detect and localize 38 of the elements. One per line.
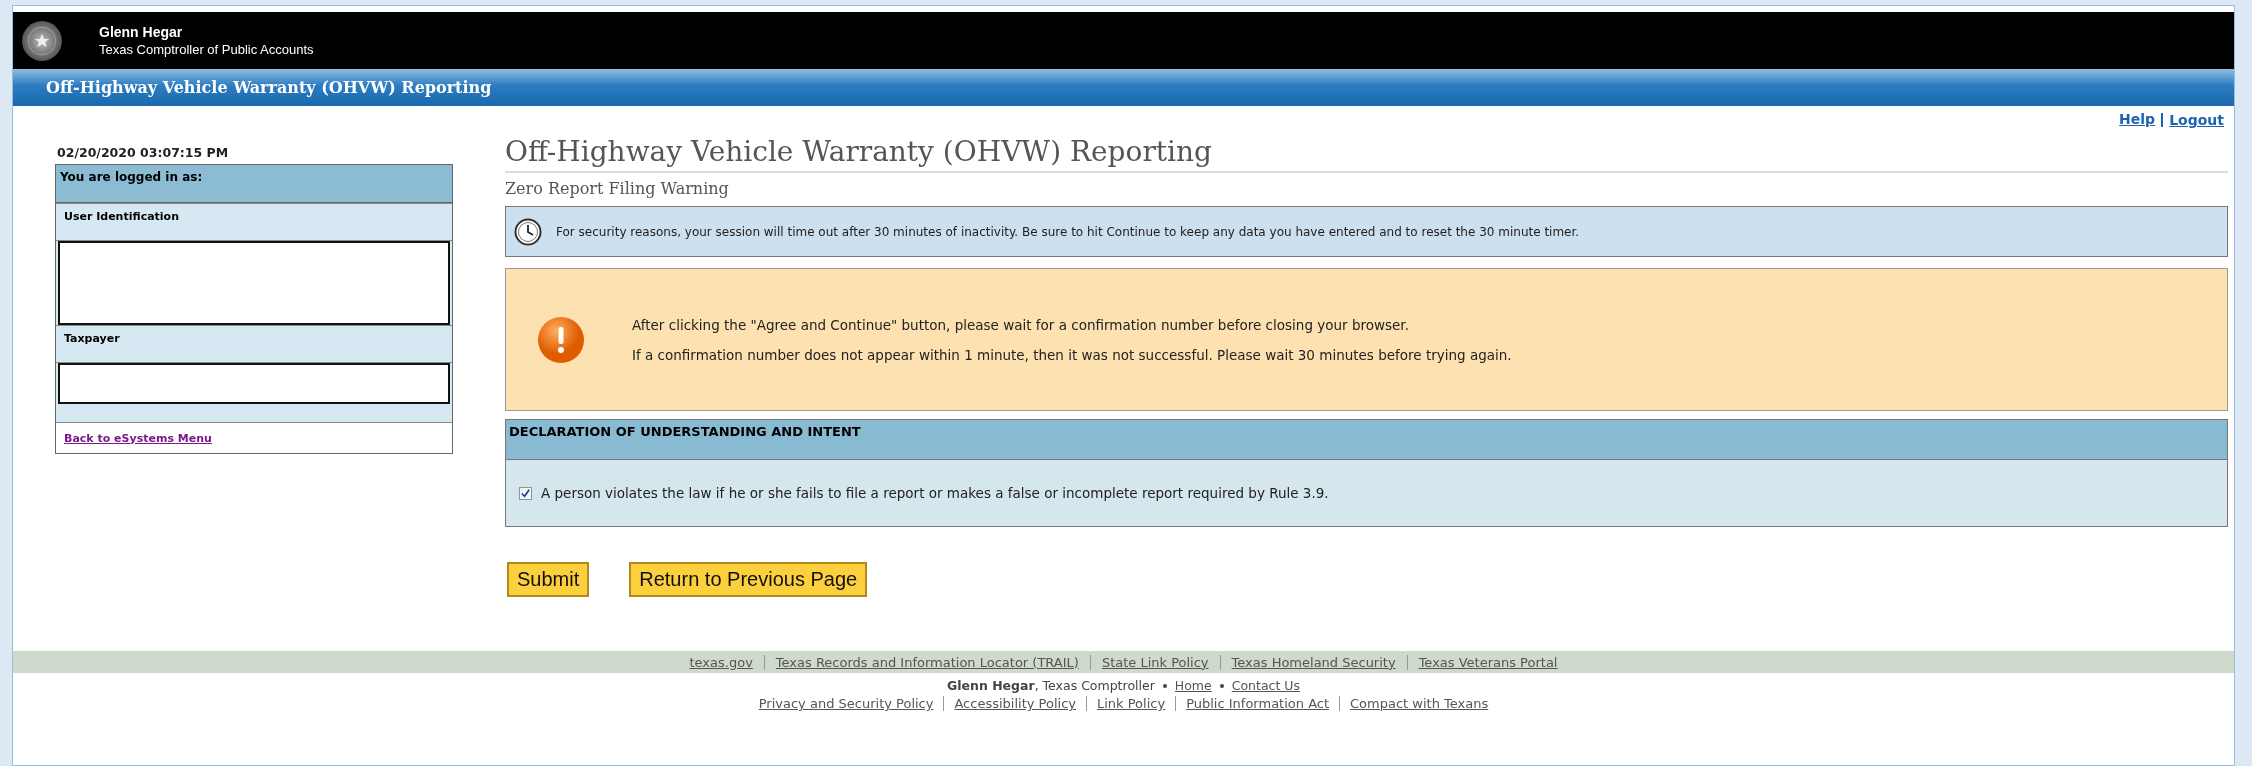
back-link[interactable]: Back to eSystems Menu	[64, 432, 212, 445]
clock-icon	[514, 217, 542, 246]
credit-text: Glenn Hegar, Texas Comptroller	[947, 678, 1155, 693]
footer-link[interactable]: Compact with Texans	[1339, 696, 1499, 711]
section-label: Taxpayer	[56, 325, 452, 363]
footer-link[interactable]: Privacy and Security Policy	[748, 696, 944, 711]
official-name: Glenn Hegar	[99, 22, 184, 41]
footer-link[interactable]: Link Policy	[1086, 696, 1176, 711]
footer-link[interactable]: Public Information Act	[1175, 696, 1340, 711]
nav-link[interactable]: Logout	[2161, 113, 2224, 127]
page-subtitle: Zero Report Filing Warning	[505, 178, 730, 200]
seal-icon	[21, 19, 63, 62]
footer-link[interactable]: Texas Homeland Security	[1219, 654, 1407, 670]
checkbox[interactable]	[519, 486, 532, 500]
agency-name: Texas Comptroller of Public Accounts	[99, 40, 314, 59]
notice-text: For security reasons, your session will time out after 30 minutes of inactivity. Be sure to hit Continue to keep any data you have entered and to reset the 30 minute timer.	[556, 224, 1580, 239]
declaration-heading: DECLARATION OF UNDERSTANDING AND INTENT	[506, 420, 2227, 460]
footer-link[interactable]: Accessibility Policy	[943, 696, 1086, 711]
action-button[interactable]: Return to Previous Page	[629, 562, 868, 597]
page-title: Off-Highway Vehicle Warranty (OHVW) Reporting	[505, 135, 2228, 173]
warning-text: After clicking the "Agree and Continue" button, please wait for a confirmation number before closing your browser.	[632, 316, 1410, 333]
warning-text: If a confirmation number does not appear within 1 minute, then it was not successful. Please wait 30 minutes before trying again.	[632, 346, 1512, 363]
footer-link[interactable]: texas.gov	[678, 654, 764, 670]
alert-icon	[536, 314, 586, 365]
bullet-icon	[1219, 683, 1224, 688]
section-label: User Identification	[56, 203, 452, 241]
app-title: Off-Highway Vehicle Warranty (OHVW) Reporting	[46, 78, 492, 97]
panel-heading: You are logged in as:	[56, 165, 452, 203]
footer-link[interactable]: State Link Policy	[1089, 654, 1220, 670]
nav-link[interactable]: Help	[2119, 111, 2156, 131]
bullet-icon	[1162, 683, 1167, 688]
footer-link[interactable]: Texas Veterans Portal	[1406, 654, 1569, 670]
action-button[interactable]: Submit	[507, 562, 590, 597]
footer-link[interactable]: Texas Records and Information Locator (TRAIL)	[763, 654, 1090, 670]
footer-link[interactable]: Home	[1174, 678, 1212, 693]
footer-link[interactable]: Contact Us	[1231, 678, 1300, 693]
declaration-statement: A person violates the law if he or she fails to file a report or makes a false or incomplete report required by Rule 3.9.	[541, 485, 1329, 501]
timestamp: 02/20/2020 03:07:15 PM	[56, 144, 230, 162]
